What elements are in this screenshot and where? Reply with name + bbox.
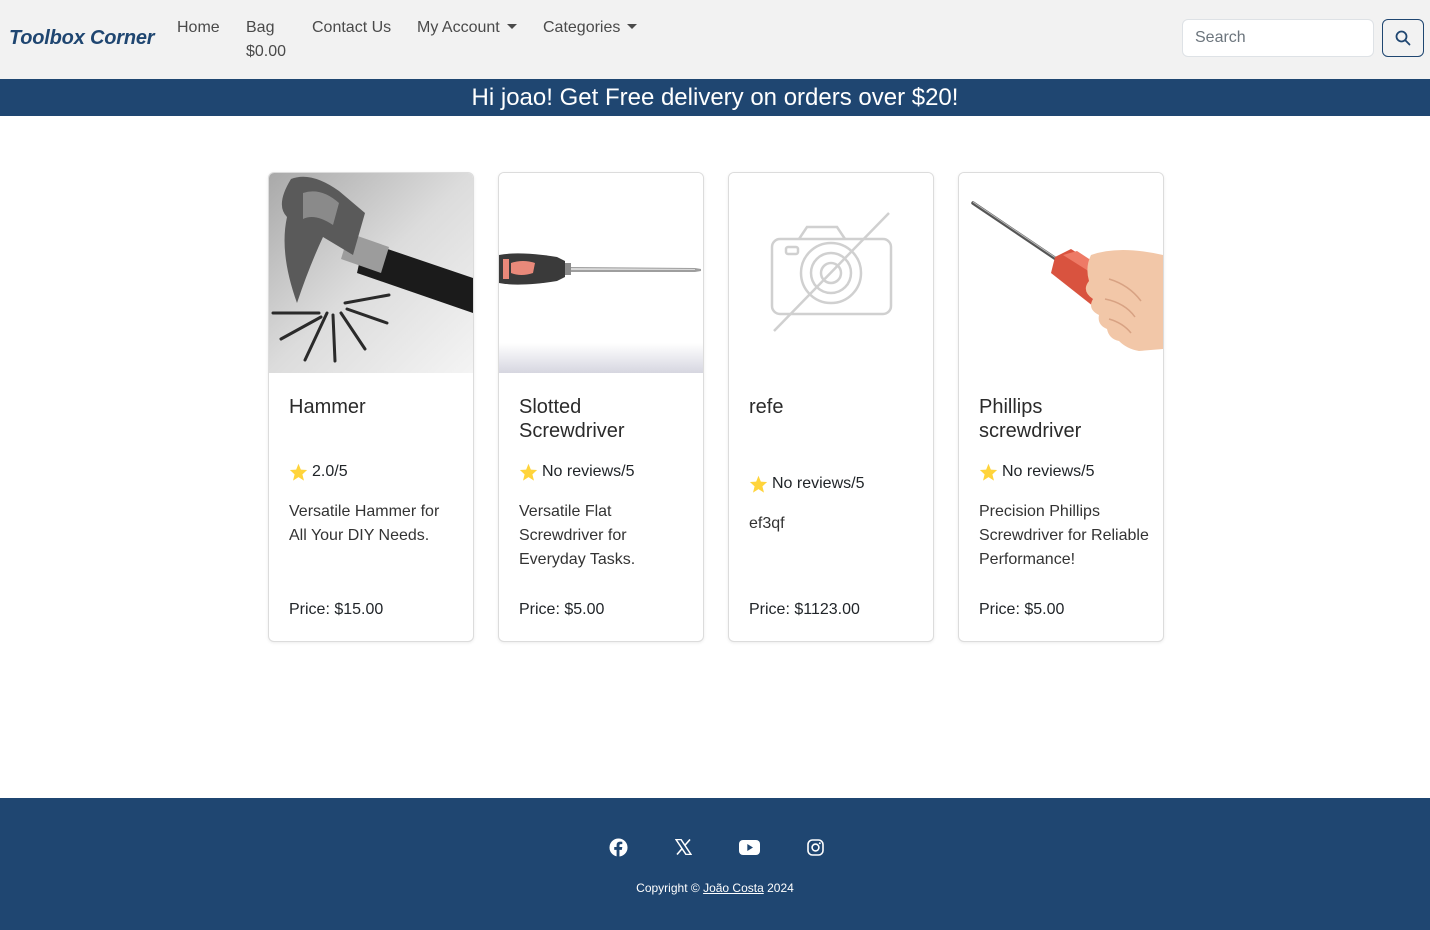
- star-icon: [519, 463, 538, 481]
- facebook-icon[interactable]: [607, 836, 629, 858]
- brand-logo[interactable]: Toolbox Corner: [9, 27, 155, 50]
- no-image-icon: [729, 173, 933, 373]
- product-image-hammer[interactable]: [269, 173, 473, 373]
- caret-down-icon: [506, 24, 517, 29]
- copyright-prefix: Copyright ©: [636, 881, 700, 895]
- search-input[interactable]: [1182, 19, 1374, 57]
- star-icon: [979, 463, 998, 481]
- star-icon: [289, 463, 308, 481]
- search-button[interactable]: [1382, 19, 1424, 57]
- footer: Copyright © João Costa 2024: [0, 798, 1430, 930]
- nav-my-account-dropdown[interactable]: My Account: [417, 16, 517, 40]
- nav-home[interactable]: Home: [177, 16, 220, 40]
- search-icon: [1395, 30, 1411, 46]
- rating-value: No reviews/5: [772, 475, 865, 492]
- product-description: Versatile Hammer for All Your DIY Needs.: [289, 503, 440, 544]
- product-price: Price: $5.00: [979, 601, 1065, 618]
- product-card[interactable]: Phillips screwdriver No reviews/5 Precis…: [958, 172, 1164, 642]
- product-price: Price: $5.00: [519, 601, 605, 618]
- product-price: Price: $15.00: [289, 601, 384, 618]
- copyright-year: 2024: [767, 881, 794, 895]
- instagram-icon[interactable]: [804, 836, 826, 858]
- nav-bag-label: Bag: [246, 19, 275, 36]
- navbar: Toolbox Corner Home Bag $0.00 Contact Us…: [0, 0, 1430, 79]
- nav-categories-dropdown[interactable]: Categories: [543, 16, 638, 40]
- nav-my-account-label: My Account: [417, 19, 500, 36]
- nav-categories-label: Categories: [543, 19, 621, 36]
- youtube-icon[interactable]: [738, 836, 760, 858]
- product-rating: No reviews/5: [979, 462, 1094, 482]
- product-title[interactable]: Hammer: [289, 395, 459, 419]
- product-description: Versatile Flat Screwdriver for Everyday …: [519, 503, 636, 568]
- product-card[interactable]: Slotted Screwdriver No reviews/5 Versati…: [498, 172, 704, 642]
- product-card[interactable]: refe No reviews/5 ef3qf Price: $1123.00: [728, 172, 934, 642]
- rating-value: No reviews/5: [542, 463, 635, 480]
- product-rating: 2.0/5: [289, 462, 348, 482]
- promo-banner: Hi joao! Get Free delivery on orders ove…: [0, 79, 1430, 116]
- product-price: Price: $1123.00: [749, 601, 860, 618]
- x-icon[interactable]: [672, 836, 694, 858]
- product-description: ef3qf: [749, 515, 785, 532]
- product-description: Precision Phillips Screwdriver for Relia…: [979, 503, 1149, 568]
- product-card[interactable]: Hammer 2.0/5 Versatile Hammer for All Yo…: [268, 172, 474, 642]
- nav-bag-total: $0.00: [246, 43, 287, 60]
- nav-contact[interactable]: Contact Us: [312, 16, 391, 40]
- nav-bag[interactable]: Bag $0.00: [246, 16, 306, 64]
- product-title[interactable]: refe: [749, 395, 919, 419]
- product-rating: No reviews/5: [749, 474, 864, 494]
- product-rating: No reviews/5: [519, 462, 634, 482]
- product-image-slotted-screwdriver[interactable]: [499, 173, 703, 373]
- author-link[interactable]: João Costa: [703, 881, 764, 895]
- product-image-placeholder[interactable]: [729, 173, 933, 373]
- copyright-text: Copyright © João Costa 2024: [0, 881, 1430, 895]
- product-title[interactable]: Slotted Screwdriver: [519, 395, 689, 443]
- star-icon: [749, 475, 768, 493]
- product-image-phillips-screwdriver[interactable]: [959, 173, 1163, 373]
- rating-value: 2.0/5: [312, 463, 348, 480]
- product-title[interactable]: Phillips screwdriver: [979, 395, 1149, 443]
- rating-value: No reviews/5: [1002, 463, 1095, 480]
- caret-down-icon: [627, 24, 638, 29]
